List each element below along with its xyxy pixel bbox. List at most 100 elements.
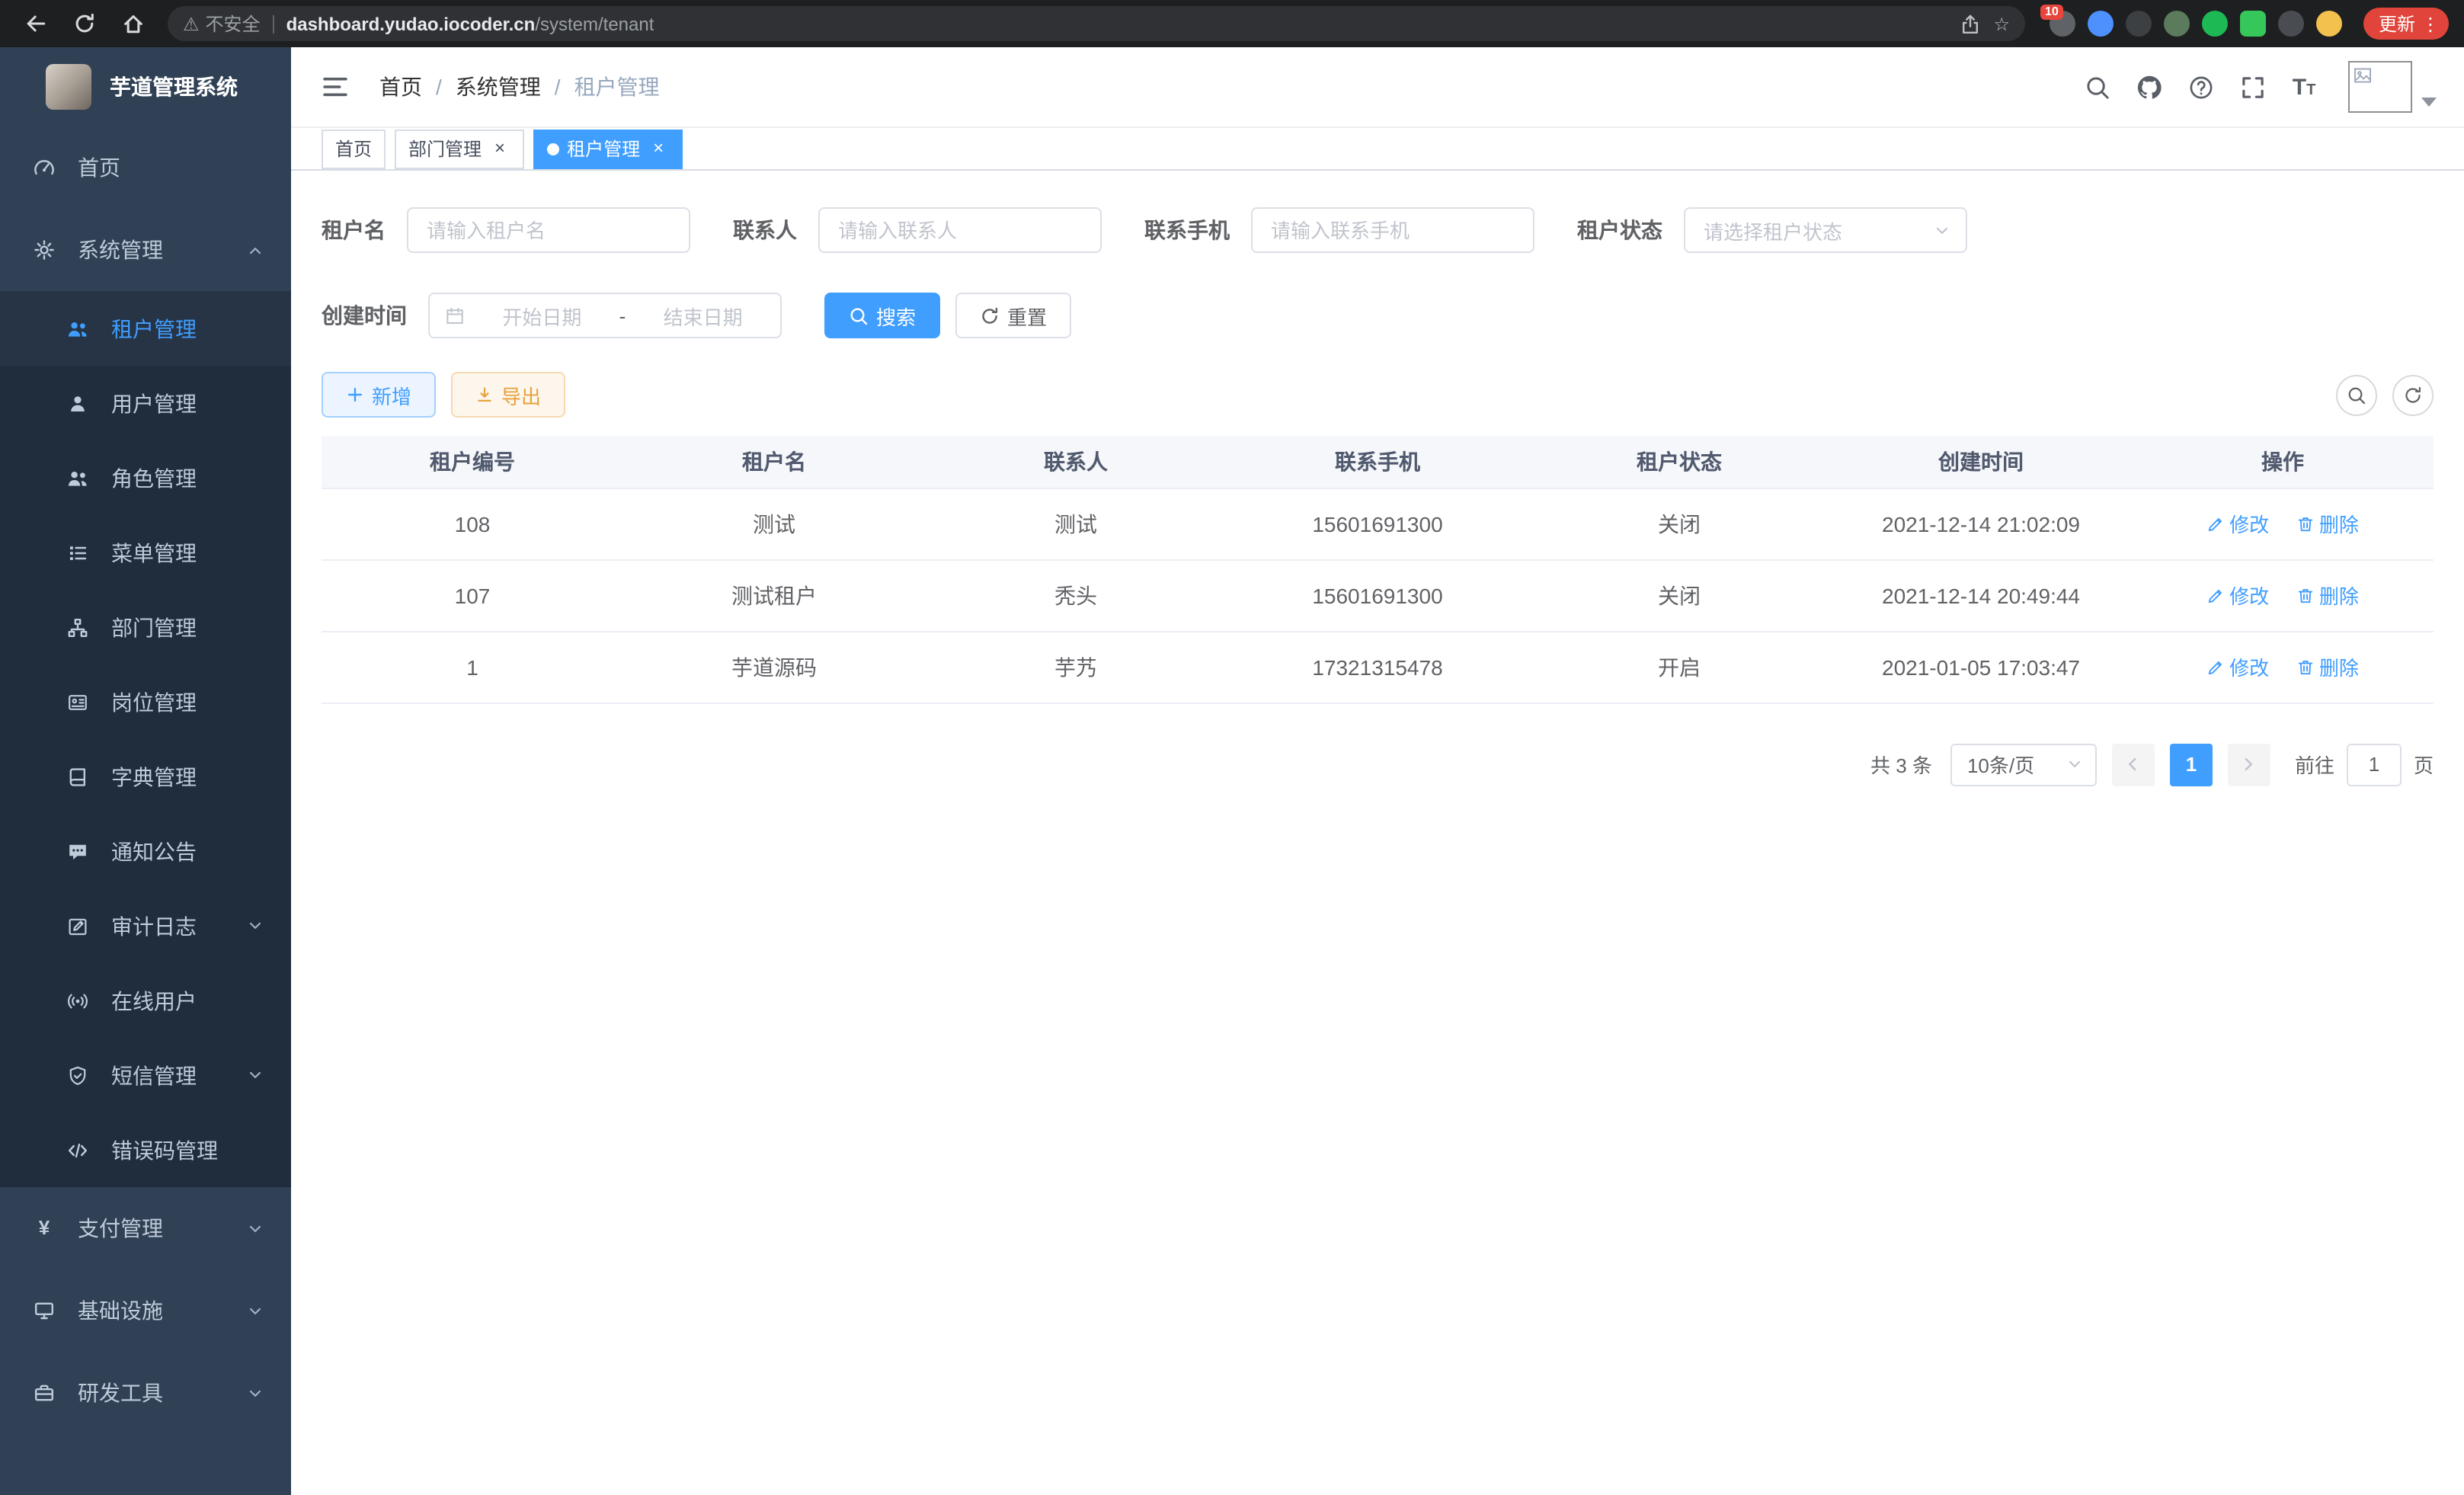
refresh-table-button[interactable] (2392, 374, 2434, 415)
github-icon[interactable] (2132, 70, 2165, 104)
hamburger-icon[interactable] (315, 67, 355, 107)
logo[interactable]: 芋道管理系统 (0, 47, 291, 126)
extension-icon[interactable] (2240, 11, 2266, 37)
user-menu[interactable] (2348, 61, 2437, 113)
profile-avatar-icon[interactable] (2316, 11, 2342, 37)
col-contact: 联系人 (925, 436, 1227, 488)
table-row: 108 测试 测试 15601691300 关闭 2021-12-14 21:0… (322, 488, 2434, 559)
sidebar-item-user[interactable]: 用户管理 (0, 366, 291, 440)
sidebar-item-dept[interactable]: 部门管理 (0, 590, 291, 664)
extensions-tray: 10 (2050, 11, 2342, 37)
reset-button[interactable]: 重置 (955, 293, 1071, 338)
breadcrumb: 首页 / 系统管理 / 租户管理 (379, 72, 660, 102)
extension-badge: 10 (2040, 5, 2063, 20)
tags-view-bar: 首页 部门管理 × 租户管理 × (291, 128, 2464, 171)
sidebar-item-post[interactable]: 岗位管理 (0, 664, 291, 739)
sidebar-item-tenant[interactable]: 租户管理 (0, 291, 291, 366)
screen: ⚠ 不安全 dashboard.yudao.iocoder.cn/system/… (0, 0, 2464, 1495)
font-size-icon[interactable]: TT (2287, 70, 2321, 104)
edit-doc-icon (67, 915, 88, 936)
fullscreen-icon[interactable] (2235, 70, 2269, 104)
browser-back-icon[interactable] (15, 4, 55, 43)
chrome-update-button[interactable]: 更新 ⋮ (2363, 8, 2449, 40)
sidebar-item-infra[interactable]: 基础设施 (0, 1269, 291, 1352)
prev-page-button[interactable] (2112, 743, 2155, 786)
table-row: 1 芋道源码 芋艿 17321315478 开启 2021-01-05 17:0… (322, 631, 2434, 703)
logo-title: 芋道管理系统 (110, 72, 238, 102)
tab-dept[interactable]: 部门管理 × (395, 129, 524, 168)
avatar[interactable] (2348, 61, 2412, 113)
sidebar-item-online-user[interactable]: 在线用户 (0, 963, 291, 1038)
extension-icon[interactable] (2202, 11, 2228, 37)
export-button[interactable]: 导出 (451, 372, 565, 418)
search-icon[interactable] (2080, 70, 2114, 104)
contact-input[interactable] (818, 207, 1102, 253)
sidebar-item-system[interactable]: 系统管理 (0, 209, 291, 291)
status-select[interactable]: 请选择租户状态 (1684, 207, 1967, 253)
refresh-icon (980, 306, 1000, 325)
sidebar-item-label: 部门管理 (111, 612, 264, 642)
cell-tenant-id: 107 (322, 559, 623, 631)
sidebar-item-menu[interactable]: 菜单管理 (0, 515, 291, 590)
date-separator: - (619, 304, 626, 327)
sidebar-item-pay[interactable]: ¥ 支付管理 (0, 1187, 291, 1269)
puzzle-extensions-icon[interactable] (2278, 11, 2304, 37)
sidebar-item-audit-log[interactable]: 审计日志 (0, 888, 291, 963)
tab-home[interactable]: 首页 (322, 129, 386, 168)
extension-icon[interactable] (2126, 11, 2152, 37)
edit-link[interactable]: 修改 (2206, 509, 2269, 538)
page-size-select[interactable]: 10条/页 (1950, 743, 2097, 786)
caret-down-icon (2421, 98, 2437, 107)
browser-home-icon[interactable] (113, 4, 152, 43)
extension-icon[interactable] (2088, 11, 2114, 37)
sidebar-item-label: 审计日志 (111, 911, 224, 941)
sidebar-item-label: 字典管理 (111, 761, 264, 792)
sidebar-item-sms[interactable]: 短信管理 (0, 1038, 291, 1112)
next-page-button[interactable] (2228, 743, 2270, 786)
sidebar-item-home[interactable]: 首页 (0, 126, 291, 209)
not-secure-indicator[interactable]: ⚠ 不安全 (183, 11, 261, 37)
delete-link[interactable]: 删除 (2296, 509, 2359, 538)
edit-link[interactable]: 修改 (2206, 652, 2269, 681)
date-range-picker[interactable]: 开始日期 - 结束日期 (428, 293, 782, 338)
extension-icon[interactable] (2164, 11, 2190, 37)
edit-link[interactable]: 修改 (2206, 581, 2269, 610)
sidebar-item-role[interactable]: 角色管理 (0, 440, 291, 515)
tab-tenant[interactable]: 租户管理 × (533, 129, 683, 168)
add-button[interactable]: 新增 (322, 372, 436, 418)
delete-link[interactable]: 删除 (2296, 581, 2359, 610)
sidebar-item-dict[interactable]: 字典管理 (0, 739, 291, 814)
close-icon[interactable]: × (648, 138, 669, 159)
filter-phone: 联系手机 (1144, 207, 1534, 253)
current-page[interactable]: 1 (2170, 743, 2213, 786)
sidebar-item-label: 短信管理 (111, 1060, 224, 1090)
breadcrumb-system[interactable]: 系统管理 (456, 72, 541, 102)
tenant-name-input[interactable] (407, 207, 690, 253)
sidebar-item-notice[interactable]: 通知公告 (0, 814, 291, 888)
select-placeholder: 请选择租户状态 (1704, 216, 1842, 245)
bookmark-star-icon[interactable]: ☆ (1993, 13, 2010, 34)
phone-input[interactable] (1251, 207, 1534, 253)
search-button[interactable]: 搜索 (824, 293, 940, 338)
sidebar-item-label: 菜单管理 (111, 537, 264, 568)
share-icon[interactable] (1960, 13, 1981, 34)
filter-label: 联系人 (733, 215, 797, 245)
goto-page-input[interactable] (2347, 743, 2402, 786)
filter-label: 租户状态 (1577, 215, 1662, 245)
extension-icon[interactable]: 10 (2050, 11, 2075, 37)
chrome-menu-icon[interactable]: ⋮ (2421, 13, 2440, 34)
sidebar-item-devtools[interactable]: 研发工具 (0, 1352, 291, 1434)
breadcrumb-separator: / (555, 75, 561, 99)
delete-label: 删除 (2319, 581, 2359, 610)
breadcrumb-home[interactable]: 首页 (379, 72, 422, 102)
delete-link[interactable]: 删除 (2296, 652, 2359, 681)
omnibox-divider (273, 14, 274, 33)
edit-icon (2206, 658, 2225, 676)
chevron-down-icon (247, 1067, 264, 1084)
browser-reload-icon[interactable] (64, 4, 104, 43)
address-bar[interactable]: ⚠ 不安全 dashboard.yudao.iocoder.cn/system/… (168, 6, 2025, 41)
sidebar-item-error-code[interactable]: 错误码管理 (0, 1112, 291, 1187)
show-search-button[interactable] (2336, 374, 2377, 415)
help-icon[interactable] (2184, 70, 2217, 104)
close-icon[interactable]: × (489, 138, 510, 159)
